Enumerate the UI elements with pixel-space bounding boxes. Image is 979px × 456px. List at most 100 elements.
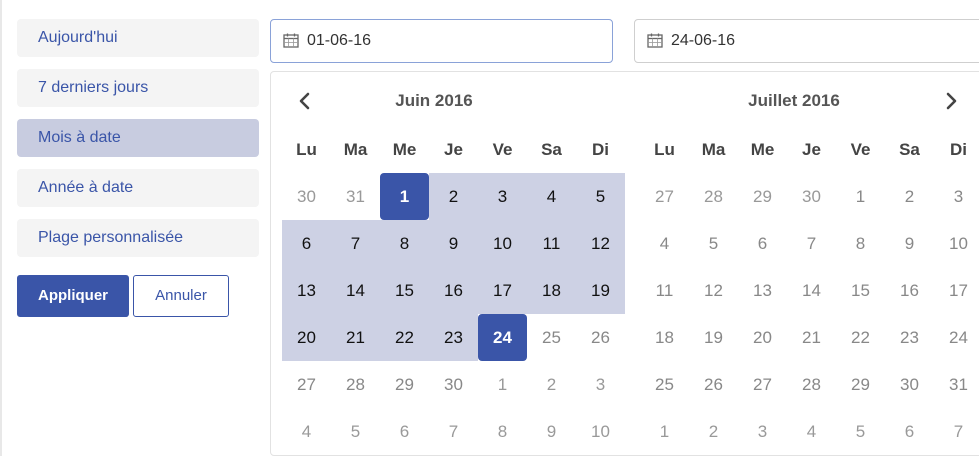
day-cell[interactable]: 3	[478, 173, 527, 220]
day-cell[interactable]: 19	[576, 267, 625, 314]
day-cell[interactable]: 26	[689, 361, 738, 408]
day-cell[interactable]: 9	[429, 220, 478, 267]
day-cell[interactable]: 16	[429, 267, 478, 314]
day-cell[interactable]: 20	[282, 314, 331, 361]
day-cell[interactable]: 25	[527, 314, 576, 361]
day-cell[interactable]: 1	[640, 408, 689, 455]
day-cell[interactable]: 19	[689, 314, 738, 361]
day-cell[interactable]: 4	[640, 220, 689, 267]
day-cell[interactable]: 22	[836, 314, 885, 361]
day-cell[interactable]: 10	[576, 408, 625, 455]
day-cell[interactable]: 27	[640, 173, 689, 220]
day-cell[interactable]: 10	[478, 220, 527, 267]
range-item-today[interactable]: Aujourd'hui	[17, 19, 259, 57]
day-cell[interactable]: 17	[478, 267, 527, 314]
day-cell[interactable]: 10	[934, 220, 979, 267]
day-cell[interactable]: 31	[331, 173, 380, 220]
chevron-right-icon[interactable]	[944, 92, 958, 110]
day-cell[interactable]: 22	[380, 314, 429, 361]
day-cell[interactable]: 2	[429, 173, 478, 220]
day-cell[interactable]: 15	[836, 267, 885, 314]
day-cell[interactable]: 7	[934, 408, 979, 455]
range-item-month-to-date[interactable]: Mois à date	[17, 119, 259, 157]
day-cell[interactable]: 6	[738, 220, 787, 267]
day-cell[interactable]: 28	[787, 361, 836, 408]
day-cell[interactable]: 5	[689, 220, 738, 267]
range-item-last-7-days[interactable]: 7 derniers jours	[17, 69, 259, 107]
day-cell[interactable]: 12	[576, 220, 625, 267]
day-cell[interactable]: 8	[478, 408, 527, 455]
day-cell[interactable]: 15	[380, 267, 429, 314]
range-item-custom-range[interactable]: Plage personnalisée	[17, 219, 259, 257]
day-cell[interactable]: 5	[836, 408, 885, 455]
day-cell[interactable]: 7	[429, 408, 478, 455]
day-cell[interactable]: 14	[331, 267, 380, 314]
day-cell[interactable]: 8	[836, 220, 885, 267]
month-title-june: Juin 2016	[395, 91, 473, 110]
selected-day-cell[interactable]: 24	[478, 314, 527, 361]
day-cell[interactable]: 5	[576, 173, 625, 220]
day-cell[interactable]: 4	[527, 173, 576, 220]
range-list: Aujourd'hui 7 derniers jours Mois à date…	[17, 19, 259, 269]
day-cell[interactable]: 8	[380, 220, 429, 267]
day-cell[interactable]: 28	[689, 173, 738, 220]
day-cell[interactable]: 24	[934, 314, 979, 361]
day-cell[interactable]: 6	[380, 408, 429, 455]
day-cell[interactable]: 18	[527, 267, 576, 314]
day-cell[interactable]: 31	[934, 361, 979, 408]
day-cell[interactable]: 4	[282, 408, 331, 455]
weekday-header: Ve	[492, 140, 513, 159]
day-cell[interactable]: 1	[836, 173, 885, 220]
day-cell[interactable]: 14	[787, 267, 836, 314]
day-cell[interactable]: 3	[934, 173, 979, 220]
day-cell[interactable]: 7	[331, 220, 380, 267]
day-cell[interactable]: 30	[885, 361, 934, 408]
day-cell[interactable]: 7	[787, 220, 836, 267]
day-cell[interactable]: 6	[282, 220, 331, 267]
day-cell[interactable]: 2	[885, 173, 934, 220]
day-cell[interactable]: 17	[934, 267, 979, 314]
day-cell[interactable]: 26	[576, 314, 625, 361]
selected-day-cell[interactable]: 1	[380, 173, 429, 220]
cancel-button[interactable]: Annuler	[133, 275, 229, 317]
day-cell[interactable]: 30	[282, 173, 331, 220]
day-cell[interactable]: 28	[331, 361, 380, 408]
day-cell[interactable]: 30	[787, 173, 836, 220]
day-cell[interactable]: 3	[576, 361, 625, 408]
day-cell[interactable]: 21	[331, 314, 380, 361]
day-cell[interactable]: 3	[738, 408, 787, 455]
end-date-input[interactable]: 24-06-16	[634, 19, 979, 63]
day-cell[interactable]: 11	[640, 267, 689, 314]
day-cell[interactable]: 18	[640, 314, 689, 361]
end-date-value: 24-06-16	[671, 32, 736, 49]
day-cell[interactable]: 29	[380, 361, 429, 408]
day-cell[interactable]: 1	[478, 361, 527, 408]
day-cell[interactable]: 29	[836, 361, 885, 408]
day-cell[interactable]: 5	[331, 408, 380, 455]
day-cell[interactable]: 4	[787, 408, 836, 455]
day-cell[interactable]: 13	[282, 267, 331, 314]
day-cell[interactable]: 25	[640, 361, 689, 408]
weekday-header: Ma	[343, 140, 368, 159]
day-cell[interactable]: 23	[885, 314, 934, 361]
day-cell[interactable]: 16	[885, 267, 934, 314]
day-cell[interactable]: 30	[429, 361, 478, 408]
day-cell[interactable]: 9	[885, 220, 934, 267]
day-cell[interactable]: 9	[527, 408, 576, 455]
day-cell[interactable]: 23	[429, 314, 478, 361]
range-item-year-to-date[interactable]: Année à date	[17, 169, 259, 207]
day-cell[interactable]: 6	[885, 408, 934, 455]
day-cell[interactable]: 27	[282, 361, 331, 408]
day-cell[interactable]: 2	[689, 408, 738, 455]
day-cell[interactable]: 11	[527, 220, 576, 267]
day-cell[interactable]: 29	[738, 173, 787, 220]
start-date-input[interactable]: 01-06-16	[270, 19, 613, 63]
apply-button[interactable]: Appliquer	[17, 275, 129, 317]
day-cell[interactable]: 13	[738, 267, 787, 314]
day-cell[interactable]: 2	[527, 361, 576, 408]
day-cell[interactable]: 27	[738, 361, 787, 408]
day-cell[interactable]: 12	[689, 267, 738, 314]
day-cell[interactable]: 21	[787, 314, 836, 361]
chevron-left-icon[interactable]	[298, 92, 312, 110]
day-cell[interactable]: 20	[738, 314, 787, 361]
